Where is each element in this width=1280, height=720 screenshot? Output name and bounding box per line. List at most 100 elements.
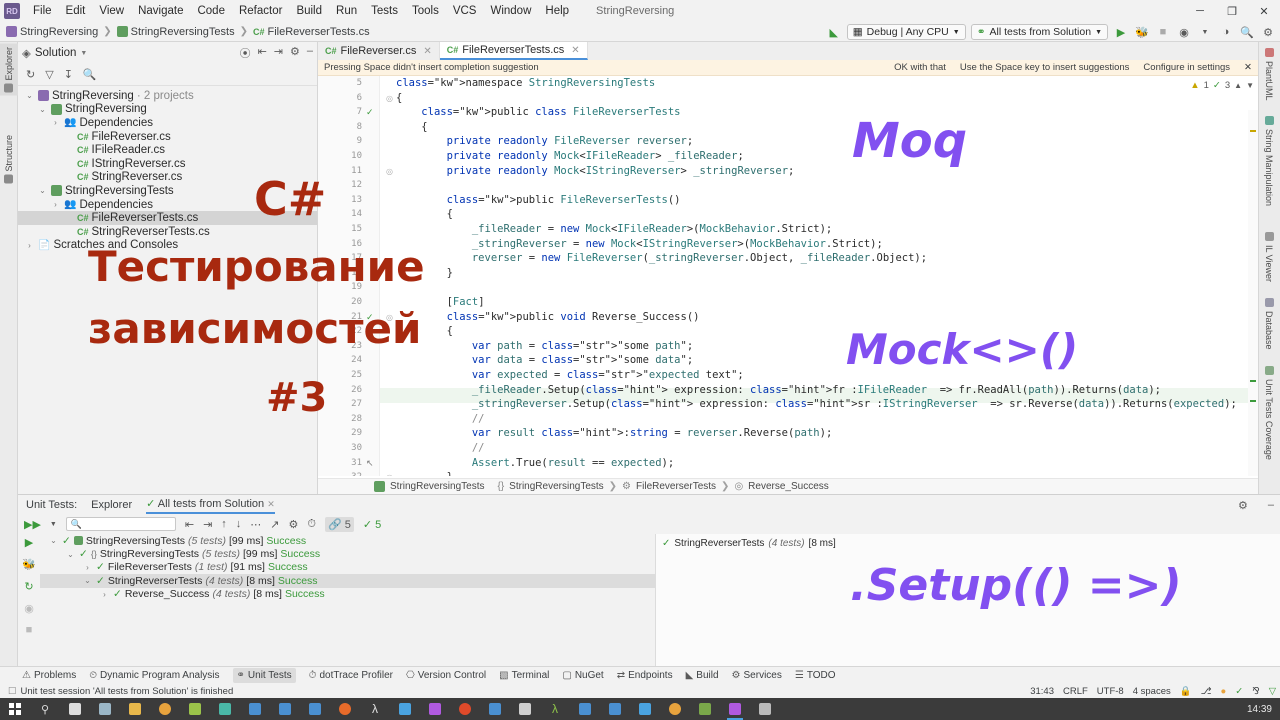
- taskbar-vs3-icon[interactable]: [300, 698, 330, 720]
- collapse-all-icon[interactable]: ⇥: [203, 518, 212, 531]
- code-line[interactable]: {: [396, 325, 453, 337]
- panel-gear-icon[interactable]: ⚙: [1238, 499, 1254, 512]
- line-ending[interactable]: CRLF: [1063, 686, 1088, 697]
- expand-all-icon[interactable]: ⇤: [258, 45, 267, 61]
- menu-run[interactable]: Run: [329, 3, 364, 19]
- taskbar-vs6-icon[interactable]: [600, 698, 630, 720]
- export-icon[interactable]: ↗: [270, 518, 279, 531]
- bottom-tool-endpoints[interactable]: ⇄ Endpoints: [617, 670, 673, 681]
- tab-explorer[interactable]: Explorer: [91, 499, 132, 511]
- code-line[interactable]: [Fact]: [396, 296, 485, 308]
- debug-icon[interactable]: 🐝: [22, 558, 36, 571]
- locate-icon[interactable]: ⦿: [240, 45, 251, 61]
- breadcrumb-project[interactable]: StringReversingTests: [116, 26, 235, 38]
- solution-tree-item[interactable]: › 👥 Dependencies: [18, 116, 317, 130]
- menu-navigate[interactable]: Navigate: [131, 3, 190, 19]
- down-icon[interactable]: ↓: [236, 518, 242, 530]
- twisty-icon[interactable]: ⌄: [82, 576, 93, 585]
- close-icon[interactable]: ✕: [571, 45, 579, 56]
- search-icon[interactable]: 🔍: [83, 68, 97, 81]
- filter-icon[interactable]: ▽: [1269, 686, 1276, 697]
- twisty-icon[interactable]: ›: [50, 200, 61, 209]
- taskbar-widget-icon[interactable]: [90, 698, 120, 720]
- chevron-down-icon[interactable]: ▼: [1197, 24, 1213, 40]
- editor-scrollbar[interactable]: [1248, 110, 1258, 476]
- taskbar-task-view-icon[interactable]: [60, 698, 90, 720]
- taskbar-link-icon[interactable]: [420, 698, 450, 720]
- twisty-icon[interactable]: ›: [99, 590, 110, 599]
- chevron-up-icon[interactable]: ▲: [1234, 81, 1242, 90]
- gear-icon[interactable]: ⚙: [290, 45, 300, 61]
- editor-tab-file-reverser[interactable]: C# FileReverser.cs ✕: [318, 42, 440, 60]
- code-line[interactable]: {: [396, 208, 453, 220]
- search-everywhere-icon[interactable]: 🔍: [1239, 24, 1255, 40]
- code-line[interactable]: private readonly FileReverser reverser;: [396, 135, 694, 147]
- tool-window-plantuml[interactable]: PlantUML: [1258, 44, 1280, 105]
- failed-tests-count[interactable]: 🔗 5: [324, 516, 354, 532]
- code-fold-icon[interactable]: ◎: [386, 167, 393, 176]
- run-test-gutter-icon[interactable]: ✓: [366, 107, 374, 118]
- tool-window-structure[interactable]: Structure: [0, 132, 18, 187]
- collapse-all-icon[interactable]: ⇥: [274, 45, 283, 61]
- history-icon[interactable]: ⏱: [307, 518, 316, 531]
- code-line[interactable]: _fileReader = new Mock<IFileReader>(Mock…: [396, 223, 832, 235]
- code-line[interactable]: Assert.True(result == expected);: [396, 457, 674, 469]
- taskbar-notepad-icon[interactable]: [180, 698, 210, 720]
- tool-window-explorer[interactable]: Explorer: [0, 44, 18, 96]
- twisty-icon[interactable]: ⌄: [24, 91, 35, 100]
- taskbar-lambda2-icon[interactable]: λ: [540, 698, 570, 720]
- run-test-gutter-icon[interactable]: ✓: [366, 312, 374, 323]
- rerun-all-icon[interactable]: ▶▶: [24, 518, 41, 531]
- recent-change-gutter-icon[interactable]: ↖: [366, 458, 374, 469]
- chevron-down-icon[interactable]: ▼: [1246, 81, 1254, 90]
- settings-icon[interactable]: ⚙: [289, 518, 299, 531]
- taskbar-resharper-icon[interactable]: [690, 698, 720, 720]
- twisty-icon[interactable]: ›: [82, 563, 93, 572]
- tool-window-string-manipulation[interactable]: String Manipulation: [1258, 112, 1280, 210]
- taskbar-rider-icon[interactable]: [720, 698, 750, 720]
- code-line[interactable]: _stringReverser.Setup(class="hint"> expr…: [396, 398, 1237, 410]
- menu-help[interactable]: Help: [538, 3, 576, 19]
- taskbar-mail-icon[interactable]: [390, 698, 420, 720]
- code-area[interactable]: 5 class="kw">namespace StringReversingTes…: [318, 76, 1258, 476]
- taskbar-excel-icon[interactable]: [510, 698, 540, 720]
- build-configuration-selector[interactable]: ▦ Debug | Any CPU ▼: [846, 24, 966, 40]
- solution-tree-item[interactable]: C# StringReverser.cs: [18, 171, 317, 185]
- code-line[interactable]: }: [396, 471, 453, 476]
- up-icon[interactable]: ↑: [221, 518, 227, 530]
- solution-tree-item[interactable]: ⌄ StringReversing · 2 projects: [18, 89, 317, 103]
- minimize-button[interactable]: ─: [1184, 0, 1216, 22]
- solution-tree-item[interactable]: › 👥 Dependencies: [18, 198, 317, 212]
- branch-icon[interactable]: ⎇: [1201, 686, 1212, 697]
- breadcrumb-solution[interactable]: StringReversing: [6, 26, 98, 38]
- menu-file[interactable]: File: [26, 3, 59, 19]
- code-fold-icon[interactable]: ◎: [386, 313, 393, 322]
- code-line[interactable]: {: [396, 92, 402, 104]
- unit-test-row[interactable]: › ✓ Reverse_Success (4 tests) [8 ms] Success: [40, 588, 655, 601]
- expand-all-icon[interactable]: ⇤: [185, 518, 194, 531]
- tool-window-il-viewer[interactable]: IL Viewer: [1258, 228, 1280, 286]
- close-button[interactable]: ✕: [1248, 0, 1280, 22]
- taskbar-firefox-icon[interactable]: [330, 698, 360, 720]
- close-icon[interactable]: ✕: [1244, 62, 1252, 73]
- taskbar-vs2-icon[interactable]: [270, 698, 300, 720]
- taskbar-chrome-icon[interactable]: [660, 698, 690, 720]
- taskbar-clock-icon[interactable]: [750, 698, 780, 720]
- code-line[interactable]: _fileReader.Setup(class="hint"> expressi…: [396, 384, 1161, 396]
- taskbar-file-explorer-icon[interactable]: [120, 698, 150, 720]
- repeat-icon[interactable]: ↻: [24, 580, 33, 593]
- code-line[interactable]: {: [396, 121, 427, 133]
- code-line[interactable]: class="kw">namespace StringReversingTest…: [396, 77, 655, 89]
- code-line[interactable]: private readonly Mock<IStringReverser> _…: [396, 165, 795, 177]
- code-fold-icon[interactable]: ◎: [386, 473, 393, 476]
- code-line[interactable]: //: [396, 413, 485, 425]
- taskbar-anaconda-icon[interactable]: [150, 698, 180, 720]
- stop-icon[interactable]: ■: [26, 624, 33, 636]
- solution-tree-item[interactable]: C# FileReverser.cs: [18, 130, 317, 144]
- tool-window-database[interactable]: Database: [1258, 294, 1280, 354]
- close-icon[interactable]: ✕: [423, 46, 431, 57]
- hammer-icon[interactable]: ◣: [826, 24, 842, 40]
- unit-test-row[interactable]: ⌄ ✓{} StringReversingTests (5 tests) [99 ms]…: [40, 547, 655, 560]
- minimize-icon[interactable]: –: [307, 45, 313, 61]
- inspections-icon[interactable]: ✓: [1235, 686, 1243, 697]
